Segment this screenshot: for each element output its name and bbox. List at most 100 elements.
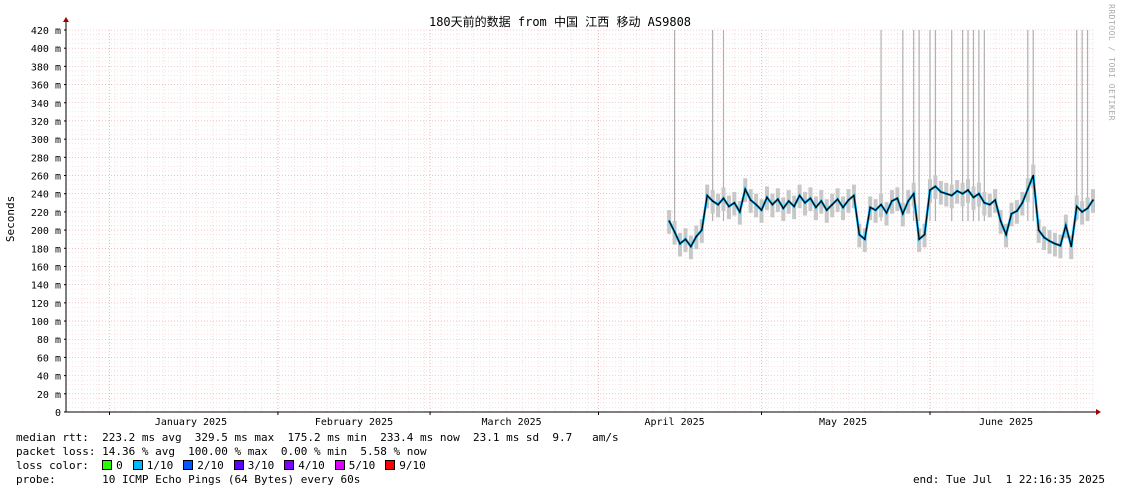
data-point <box>940 191 942 193</box>
data-point <box>804 202 806 204</box>
data-point <box>820 200 823 202</box>
data-point <box>1065 224 1067 227</box>
loss-color-swatch <box>385 460 396 470</box>
data-point <box>923 233 926 236</box>
x-tick-label: January 2025 <box>155 417 227 428</box>
median-rtt-stats: median rtt: 223.2 ms avg 329.5 ms max 17… <box>16 431 619 444</box>
axes <box>63 17 1101 415</box>
data-point <box>706 194 708 197</box>
y-axis-tick-labels: 0 20 m 40 m 60 m 80 m 100 m 120 m 140 m 160 m 180… <box>31 26 61 419</box>
y-tick-label: 320 m <box>31 117 61 128</box>
y-tick-label: 100 m <box>31 317 61 328</box>
rrdtool-watermark: RRDTOOL / TOBI OETIKER <box>1107 4 1116 121</box>
y-tick-label: 300 m <box>31 135 61 146</box>
data-point <box>912 192 915 195</box>
data-point <box>744 188 747 190</box>
data-point <box>858 233 861 236</box>
data-point <box>1086 207 1089 210</box>
data-point <box>983 202 986 204</box>
data-point <box>967 189 969 191</box>
loss-color-text: 5/10 <box>348 459 376 472</box>
chart: 0 20 m 40 m 60 m 80 m 100 m 120 m 140 m 160 m 180… <box>4 14 1101 428</box>
data-point <box>787 200 790 202</box>
data-point <box>1010 212 1013 215</box>
loss-color-item: 1/10 <box>132 459 174 472</box>
data-point <box>722 197 725 200</box>
loss-color-text: 1/10 <box>146 459 174 472</box>
y-tick-label: 280 m <box>31 153 61 164</box>
data-point <box>815 206 817 209</box>
y-tick-label: 140 m <box>31 281 61 292</box>
data-point <box>1092 199 1094 201</box>
data-point <box>1075 205 1078 208</box>
x-tick-label: May 2025 <box>819 417 867 428</box>
data-point <box>760 209 763 211</box>
data-point <box>1081 211 1083 213</box>
loss-color-item: 2/10 <box>183 459 224 472</box>
data-point <box>700 229 703 231</box>
data-point <box>1016 210 1018 212</box>
data-point <box>880 203 882 206</box>
y-tick-label: 180 m <box>31 244 61 255</box>
data-point <box>842 206 844 209</box>
packet-loss-stats: packet loss: 14.36 % avg 100.00 % max 0.… <box>16 445 427 458</box>
data-point <box>896 197 899 200</box>
data-point <box>684 238 687 240</box>
y-tick-label: 400 m <box>31 44 61 55</box>
x-tick-label: April 2025 <box>644 417 704 428</box>
data-point <box>1032 174 1035 177</box>
data-point <box>994 199 996 201</box>
y-tick-label: 380 m <box>31 62 61 73</box>
data-point <box>766 196 768 199</box>
data-point <box>918 238 920 240</box>
x-tick-label: June 2025 <box>979 417 1033 428</box>
grid-lines <box>65 29 1094 413</box>
y-tick-label: 160 m <box>31 262 61 273</box>
data-point <box>798 194 801 197</box>
loss-color-text: 9/10 <box>399 459 426 472</box>
data-point <box>1059 244 1062 247</box>
data-point <box>847 199 850 201</box>
loss-color-item: 9/10 <box>385 459 426 472</box>
loss-color-swatch <box>284 460 295 470</box>
y-tick-label: 120 m <box>31 299 61 310</box>
data-point <box>1054 242 1056 245</box>
loss-color-item: 4/10 <box>284 459 325 472</box>
end-timestamp: end: Tue Jul 1 22:16:35 2025 <box>912 473 1105 486</box>
y-tick-label: 200 m <box>31 226 61 237</box>
x-tick-label: March 2025 <box>481 417 541 428</box>
loss-color-text: 4/10 <box>298 459 325 472</box>
loss-color-item: 5/10 <box>334 459 376 472</box>
data-point <box>673 231 676 233</box>
y-tick-label: 40 m <box>37 372 61 383</box>
y-tick-label: 420 m <box>31 26 61 37</box>
loss-color-swatch <box>233 460 244 470</box>
data-point <box>874 209 877 211</box>
data-point <box>869 206 872 209</box>
data-point <box>836 198 839 200</box>
probe-info: probe: 10 ICMP Echo Pings (64 Bytes) eve… <box>16 473 361 486</box>
chart-title: 180天前的数据 from 中国 江西 移动 AS9808 <box>429 14 691 29</box>
data-point <box>891 200 893 202</box>
data-point <box>1048 240 1051 242</box>
data-point <box>738 211 741 213</box>
data-point <box>950 194 953 197</box>
loss-color-text: 2/10 <box>197 459 224 472</box>
data-point <box>831 203 833 206</box>
data-point <box>717 203 719 206</box>
y-tick-label: 360 m <box>31 81 61 92</box>
data-point <box>961 192 964 195</box>
data-point <box>782 207 785 210</box>
x-axis-tick-labels: January 2025 February 2025 March 2025 April… <box>155 417 1033 428</box>
y-tick-label: 260 m <box>31 172 61 183</box>
data-point <box>825 209 828 211</box>
loss-color-legend: loss color: 0 1/10 2/10 3/10 4/10 5/10 9/10 <box>16 459 436 473</box>
data-point <box>907 200 910 202</box>
data-point <box>809 197 812 200</box>
data-point <box>793 205 795 208</box>
y-tick-label: 80 m <box>37 335 61 346</box>
y-tick-label: 0 <box>55 408 61 419</box>
data-point <box>733 202 736 204</box>
data-point <box>902 212 904 215</box>
x-axis-arrow <box>1096 409 1101 415</box>
